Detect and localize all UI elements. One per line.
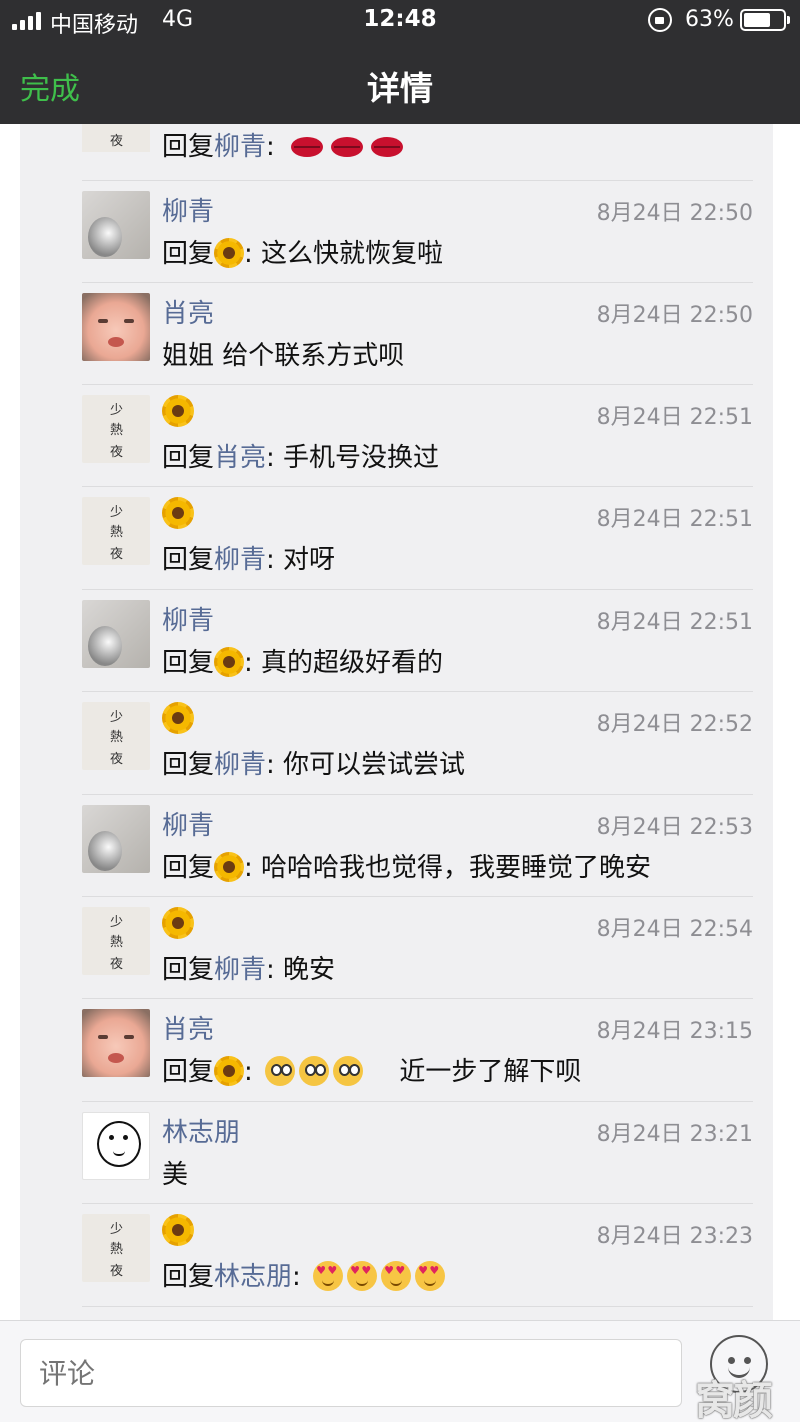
list-item[interactable]: 少熱夜 8月24日 22:52 回复柳青: 你可以尝试尝试 <box>82 691 753 793</box>
avatar[interactable]: 少熱夜 <box>82 702 150 770</box>
comment-author[interactable]: 柳青 <box>162 805 214 842</box>
avatar[interactable]: 少熱夜 <box>82 907 150 975</box>
sunflower-icon <box>214 238 245 268</box>
comment-text: 回复肖亮: 手机号没换过 <box>162 443 440 473</box>
heart-eyes-icon <box>313 1261 344 1291</box>
list-item[interactable]: 夜 回复柳青: <box>82 124 753 180</box>
comment-text: 美 <box>162 1160 189 1190</box>
avatar[interactable]: 夜 <box>82 124 150 152</box>
comment-time: 8月24日 22:52 <box>596 712 753 737</box>
comment-author[interactable] <box>162 497 194 532</box>
heart-eyes-icon <box>381 1261 412 1291</box>
comment-author[interactable]: 柳青 <box>162 600 214 637</box>
avatar[interactable] <box>82 191 150 259</box>
comment-text: 回复柳青: 晚安 <box>162 955 336 985</box>
battery-icon <box>740 9 790 31</box>
comment-author[interactable]: 柳青 <box>162 191 214 228</box>
list-item[interactable]: 少熱夜 8月24日 22:51 回复柳青: 对呀 <box>82 486 753 588</box>
page-title: 详情 <box>367 69 433 108</box>
comment-text: 回复: 哈哈哈我也觉得，我要睡觉了晚安 <box>162 852 652 883</box>
comment-text: 回复: 近一步了解下呗 <box>162 1056 582 1087</box>
avatar[interactable] <box>82 600 150 668</box>
battery-percentage: 63% <box>685 7 734 32</box>
list-item[interactable]: 少熱夜 8月24日 22:54 回复柳青: 晚安 <box>82 896 753 998</box>
sunflower-icon <box>162 702 194 734</box>
avatar[interactable]: 少熱夜 <box>82 1214 150 1282</box>
comment-text: 回复柳青: 对呀 <box>162 545 336 575</box>
list-item[interactable]: 柳青 8月24日 22:51 回复: 真的超级好看的 <box>82 589 753 691</box>
comment-author[interactable]: 林志朋 <box>162 1112 240 1149</box>
comment-text: 回复: 真的超级好看的 <box>162 647 444 678</box>
comment-author[interactable] <box>162 702 194 737</box>
flushed-face-icon <box>333 1056 364 1086</box>
comment-author[interactable]: 肖亮 <box>162 293 214 330</box>
comment-bar <box>0 1320 800 1422</box>
comment-author[interactable] <box>162 395 194 430</box>
sunflower-icon <box>214 1056 245 1086</box>
comment-time: 8月24日 23:15 <box>596 1019 753 1044</box>
comment-time: 8月24日 22:51 <box>596 507 753 532</box>
list-item[interactable]: 少熱夜 8月24日 22:51 回复肖亮: 手机号没换过 <box>82 384 753 486</box>
sunflower-icon <box>214 852 245 882</box>
avatar[interactable]: 少熱夜 <box>82 497 150 565</box>
comment-author[interactable]: 肖亮 <box>162 1009 214 1046</box>
watermark: 窝颜 <box>695 1377 773 1422</box>
comment-time: 8月24日 23:21 <box>596 1122 753 1147</box>
rotation-lock-icon <box>648 8 672 32</box>
list-item[interactable]: 肖亮 8月24日 23:15 回复: 近一步了解下呗 <box>82 998 753 1100</box>
comment-author[interactable] <box>162 1214 194 1249</box>
comment-text: 回复林志朋: <box>162 1256 446 1293</box>
avatar[interactable]: 少熱夜 <box>82 395 150 463</box>
navigation-bar: 中国移动 4G 12:48 63% 完成 详情 <box>0 0 800 124</box>
comment-time: 8月24日 23:23 <box>596 1224 753 1249</box>
sunflower-icon <box>162 497 194 529</box>
list-item[interactable]: 柳青 8月24日 22:53 回复: 哈哈哈我也觉得，我要睡觉了晚安 <box>82 794 753 896</box>
avatar[interactable] <box>82 805 150 873</box>
comment-text: 回复柳青: 你可以尝试尝试 <box>162 750 466 780</box>
list-item[interactable]: 肖亮 8月24日 22:50 姐姐 给个联系方式呗 <box>82 282 753 384</box>
kiss-mark-icon <box>331 137 364 157</box>
status-bar: 中国移动 4G 12:48 63% <box>0 0 800 40</box>
list-item[interactable]: 柳青 8月24日 22:50 回复: 这么快就恢复啦 <box>82 180 753 282</box>
avatar[interactable] <box>82 1009 150 1077</box>
sunflower-icon <box>162 907 194 939</box>
comment-author[interactable] <box>162 907 194 942</box>
comment-time: 8月24日 22:50 <box>596 201 753 226</box>
kiss-mark-icon <box>291 137 324 157</box>
comment-time: 8月24日 22:50 <box>596 303 753 328</box>
flushed-face-icon <box>265 1056 296 1086</box>
comment-time: 8月24日 22:53 <box>596 815 753 840</box>
comment-text: 姐姐 给个联系方式呗 <box>162 341 405 371</box>
avatar[interactable] <box>82 1112 150 1180</box>
flushed-face-icon <box>299 1056 330 1086</box>
sunflower-icon <box>162 395 194 427</box>
comment-text: 回复柳青: <box>162 126 404 163</box>
comment-time: 8月24日 22:54 <box>596 917 753 942</box>
comment-time: 8月24日 22:51 <box>596 610 753 635</box>
comment-time: 8月24日 22:51 <box>596 405 753 430</box>
comment-input[interactable] <box>20 1339 682 1407</box>
heart-eyes-icon <box>347 1261 378 1291</box>
heart-eyes-icon <box>415 1261 446 1291</box>
sunflower-icon <box>162 1214 194 1246</box>
comment-text: 回复: 这么快就恢复啦 <box>162 238 444 269</box>
list-item[interactable]: 林志朋 8月24日 23:21 美 <box>82 1101 753 1203</box>
avatar[interactable] <box>82 293 150 361</box>
comment-list: 夜 回复柳青: 柳青 8月24日 22:50 回复: 这么快就恢复啦 肖亮 8月… <box>20 124 773 1320</box>
list-item[interactable] <box>82 1306 753 1320</box>
clock: 12:48 <box>363 6 437 32</box>
list-item[interactable]: 少熱夜 8月24日 23:23 回复林志朋: <box>82 1203 753 1305</box>
sunflower-icon <box>214 647 245 677</box>
kiss-mark-icon <box>371 137 404 157</box>
